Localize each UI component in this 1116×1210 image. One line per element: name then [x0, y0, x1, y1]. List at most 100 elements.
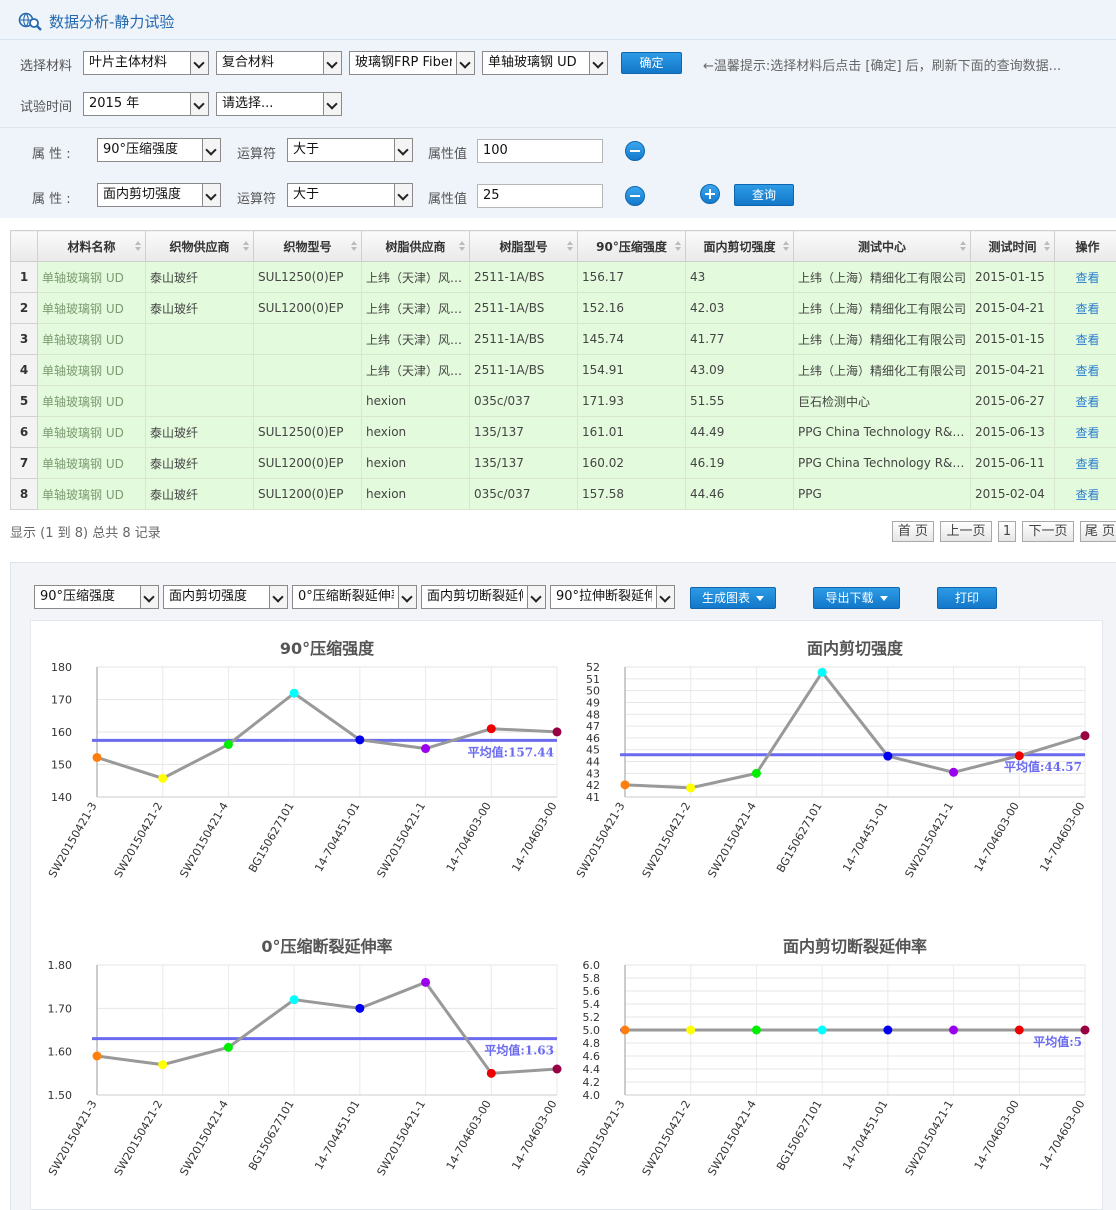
x-tick-label: SW20150421-4 [705, 800, 759, 880]
x-tick-label: 14-704603-00 [1037, 1098, 1087, 1172]
column-header[interactable]: 面内剪切强度 [685, 230, 794, 262]
table-row[interactable]: 3单轴玻璃钢 UD 上纬（天津）风电材料有限公司2511-1A/BS145.744… [10, 323, 1116, 355]
print-button[interactable]: 打印 [937, 587, 997, 609]
column-header[interactable]: 织物供应商 [145, 230, 254, 262]
table-cell: 上纬（天津）风电材料有限公司 [361, 354, 470, 386]
value-input[interactable]: 25 [477, 184, 603, 208]
table-cell: 135/137 [469, 447, 578, 479]
attribute-select[interactable]: 90°压缩强度 [97, 138, 221, 162]
last-page-button[interactable]: 尾 页 [1080, 521, 1116, 542]
operator-select[interactable]: 大于 [287, 138, 413, 162]
x-tick-label: SW20150421-3 [46, 1098, 100, 1178]
table-row[interactable]: 6 单轴玻璃钢 UD 泰山玻纤 SUL1250(0)EP hexion 135/137 16… [10, 416, 1116, 448]
page-number-button[interactable]: 1 [998, 521, 1016, 542]
table-row[interactable]: 8 单轴玻璃钢 UD 泰山玻纤 SUL1200(0)EP hexion 035c/037 1… [10, 478, 1116, 510]
column-header[interactable]: 测试时间 [970, 230, 1055, 262]
material-type-select[interactable]: 复合材料 [216, 51, 342, 75]
view-link[interactable]: 查看 [1054, 447, 1116, 479]
table-cell: 单轴玻璃钢 UD [37, 261, 146, 293]
column-header[interactable]: 材料名称 [37, 230, 146, 262]
data-point [949, 1025, 959, 1035]
column-header[interactable]: 90°压缩强度 [577, 230, 686, 262]
chevron-down-icon [394, 139, 412, 161]
table-row[interactable]: 5 单轴玻璃钢 UD hexion 035c/037 171.93 51.55 巨石检测中心… [10, 385, 1116, 417]
chart-metric-select[interactable]: 面内剪切断裂延伸率 [421, 585, 546, 609]
pagination-info: 显示 (1 到 8) 总共 8 记录 [10, 526, 161, 541]
material-select[interactable]: 单轴玻璃钢 UD [482, 51, 608, 75]
view-link[interactable]: 查看 [1054, 261, 1116, 293]
material-category-select[interactable]: 叶片主体材料 [83, 51, 209, 75]
table-cell: 161.01 [577, 416, 686, 448]
column-header[interactable]: 织物型号 [253, 230, 362, 262]
chart-metric-select[interactable]: 90°压缩强度 [34, 585, 159, 609]
x-tick-label: BG150627101 [774, 1098, 825, 1173]
period-select[interactable]: 请选择... [216, 92, 342, 116]
table-cell: 51.55 [685, 385, 794, 417]
table-cell: 44.49 [685, 416, 794, 448]
data-point [751, 1025, 761, 1035]
y-tick-label: 42 [586, 779, 600, 792]
data-point [686, 1025, 696, 1035]
view-link[interactable]: 查看 [1054, 416, 1116, 448]
data-point [949, 767, 959, 777]
export-download-button[interactable]: 导出下载 [813, 587, 900, 609]
view-link[interactable]: 查看 [1054, 292, 1116, 324]
generate-chart-button[interactable]: 生成图表 [690, 587, 776, 609]
table-cell: 2511-1A/BS [469, 292, 578, 324]
table-cell: 2511-1A/BS [469, 354, 578, 386]
table-cell: 2015-04-21 [970, 292, 1055, 324]
table-cell: 单轴玻璃钢 UD [37, 292, 146, 324]
add-condition-button[interactable] [700, 184, 720, 204]
x-tick-label: 14-704451-01 [840, 1098, 890, 1172]
y-tick-label: 50 [586, 685, 600, 698]
chart-metric-select[interactable]: 90°拉伸断裂延伸率 [550, 585, 675, 609]
query-button[interactable]: 查询 [734, 184, 794, 206]
table-cell: 152.16 [577, 292, 686, 324]
sort-icon [351, 241, 357, 251]
column-header[interactable]: 树脂供应商 [361, 230, 470, 262]
y-tick-label: 1.50 [48, 1089, 73, 1102]
table-cell: 泰山玻纤 [145, 416, 254, 448]
confirm-button[interactable]: 确定 [621, 52, 682, 74]
remove-condition-button[interactable] [625, 186, 645, 206]
y-tick-label: 4.6 [583, 1050, 601, 1063]
value-input[interactable]: 100 [477, 139, 603, 163]
table-row[interactable]: 7 单轴玻璃钢 UD 泰山玻纤 SUL1200(0)EP hexion 135/137 16… [10, 447, 1116, 479]
chart-metric-select[interactable]: 0°压缩断裂延伸率 [292, 585, 417, 609]
y-tick-label: 160 [51, 726, 72, 739]
table-row[interactable]: 2单轴玻璃钢 UD泰山玻纤SUL1200(0)EP上纬（天津）风电材料有限公司2… [10, 292, 1116, 324]
chart-90-compression-strength: 90°压缩强度140150160170180SW20150421-3 SW2015… [46, 639, 562, 880]
table-cell: 41.77 [685, 323, 794, 355]
y-tick-label: 5.2 [583, 1011, 601, 1024]
column-header[interactable]: 测试中心 [793, 230, 971, 262]
chevron-down-icon [656, 586, 674, 608]
column-header[interactable]: 树脂型号 [469, 230, 578, 262]
data-point [158, 1060, 168, 1070]
hint-text: ←温馨提示:选择材料后点击 [确定] 后，刷新下面的查询数据... [703, 59, 1062, 74]
remove-condition-button[interactable] [625, 141, 645, 161]
view-link[interactable]: 查看 [1054, 354, 1116, 386]
view-link[interactable]: 查看 [1054, 385, 1116, 417]
operator-label: 运算符 [237, 147, 277, 162]
attribute-select[interactable]: 面内剪切强度 [97, 183, 221, 207]
table-cell: 单轴玻璃钢 UD [37, 354, 146, 386]
y-tick-label: 41 [586, 791, 600, 804]
y-tick-label: 180 [51, 661, 72, 674]
material-subtype-select[interactable]: 玻璃钢FRP Fiber [349, 51, 475, 75]
view-link[interactable]: 查看 [1054, 323, 1116, 355]
year-select[interactable]: 2015 年 [83, 92, 209, 116]
chart-title: 面内剪切断裂延伸率 [783, 937, 927, 956]
chevron-down-icon [398, 586, 416, 608]
view-link[interactable]: 查看 [1054, 478, 1116, 510]
prev-page-button[interactable]: 上一页 [940, 521, 992, 542]
table-row[interactable]: 4单轴玻璃钢 UD 上纬（天津）风电材料有限公司2511-1A/BS154.914… [10, 354, 1116, 386]
table-row[interactable]: 1单轴玻璃钢 UD泰山玻纤SUL1250(0)EP上纬（天津）风电材料有限公司2… [10, 261, 1116, 293]
first-page-button[interactable]: 首 页 [892, 521, 934, 542]
chart-metric-select[interactable]: 面内剪切强度 [163, 585, 288, 609]
operator-select[interactable]: 大于 [287, 183, 413, 207]
x-tick-label: SW20150421-2 [112, 1098, 166, 1178]
table-cell: SUL1250(0)EP [253, 416, 362, 448]
next-page-button[interactable]: 下一页 [1022, 521, 1074, 542]
y-tick-label: 45 [586, 744, 600, 757]
x-tick-label: 14-704603-00 [1037, 800, 1087, 874]
